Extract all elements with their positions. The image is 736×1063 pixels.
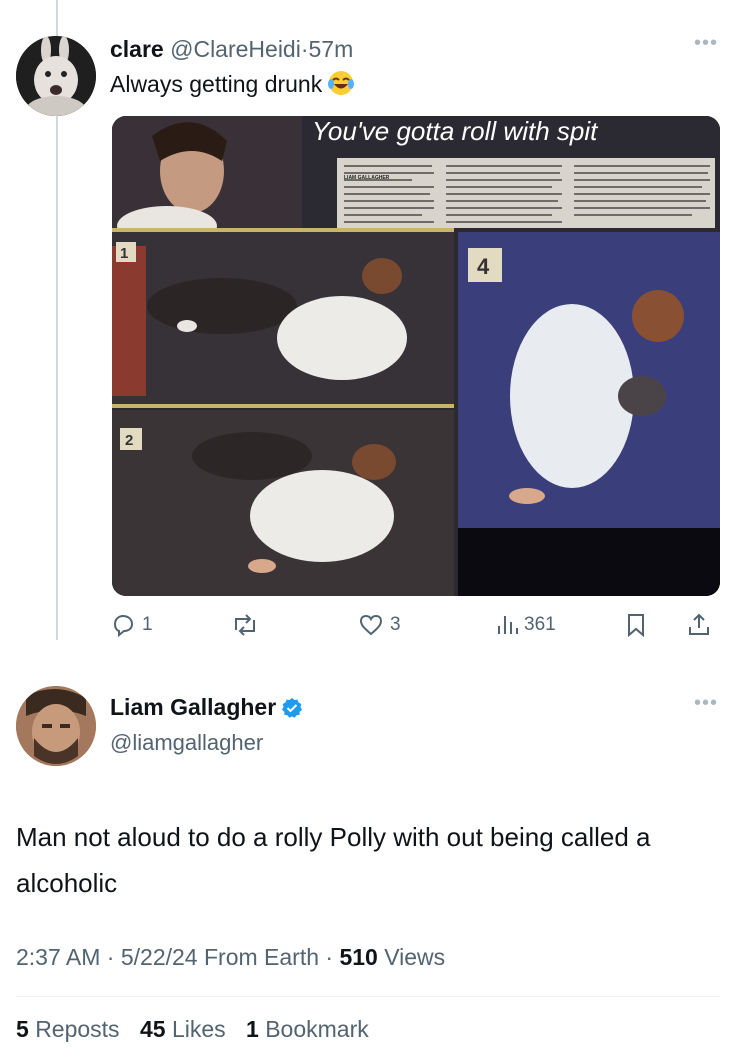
separator-dot: · — [319, 944, 340, 970]
tweet-source: From Earth — [203, 944, 320, 970]
reply-icon — [113, 614, 134, 638]
clipping-header-text: LIAM GALLAGHER — [344, 175, 390, 181]
more-options-icon[interactable]: ••• — [694, 32, 718, 55]
views-button[interactable]: 361 — [496, 612, 556, 638]
bookmarks-label: Bookmark — [265, 1016, 369, 1042]
verified-badge-icon — [282, 697, 303, 718]
views-chart-icon — [498, 616, 518, 634]
repost-icon — [235, 614, 255, 636]
tweet-text: Always getting drunk — [110, 70, 355, 98]
tweet-header: Liam Gallagher — [110, 694, 303, 721]
bookmark-icon — [628, 614, 644, 638]
like-count: 3 — [390, 614, 401, 635]
views-count: 361 — [524, 614, 556, 635]
reposts-count: 5 — [16, 1016, 29, 1042]
tweet-metadata: 2:37 AM · 5/22/24 From Earth · 510 Views — [16, 944, 445, 971]
divider — [16, 996, 720, 997]
bookmark-button[interactable] — [624, 612, 648, 638]
likes-count: 45 — [139, 1016, 166, 1042]
share-button[interactable] — [686, 612, 712, 638]
display-name[interactable]: Liam Gallagher — [110, 694, 276, 721]
separator-dot: · — [300, 36, 309, 62]
avatar[interactable] — [16, 686, 96, 766]
newspaper-clipping-photo: You've gotta roll with spit LIAM GALLAGH… — [112, 116, 720, 596]
tweet-text-content: Always getting drunk — [110, 71, 323, 97]
views-label: Views — [384, 944, 446, 970]
tweet-media-image[interactable]: You've gotta roll with spit LIAM GALLAGH… — [112, 116, 720, 596]
reply-count: 1 — [142, 614, 153, 635]
handle[interactable]: @ClareHeidi — [170, 36, 301, 62]
tweet-header: clare @ClareHeidi·57m — [110, 36, 353, 63]
likes-label: Likes — [171, 1016, 226, 1042]
more-options-icon[interactable]: ••• — [694, 692, 718, 715]
views-total: 510 — [339, 944, 378, 970]
tweet-time[interactable]: 2:37 AM — [16, 944, 100, 970]
bookmarks-stat[interactable]: 1 Bookmark — [246, 1016, 369, 1042]
clipping-headline: You've gotta roll with spit — [312, 116, 599, 146]
profile-photo — [16, 686, 96, 766]
timestamp[interactable]: 57m — [309, 36, 354, 62]
tweet-date[interactable]: 5/22/24 — [121, 944, 198, 970]
like-button[interactable]: 3 — [358, 612, 401, 638]
panel-label-4: 4 — [477, 254, 490, 279]
likes-stat[interactable]: 45 Likes — [140, 1016, 226, 1042]
heart-icon — [359, 614, 383, 636]
handle[interactable]: @liamgallagher — [110, 730, 263, 756]
display-name[interactable]: clare — [110, 36, 164, 62]
laughing-tears-emoji-icon — [328, 71, 355, 95]
panel-label-2: 2 — [125, 432, 133, 449]
reposts-label: Reposts — [35, 1016, 120, 1042]
avatar[interactable] — [16, 36, 96, 116]
repost-button[interactable] — [230, 612, 266, 638]
engagement-stats: 5 Reposts 45 Likes 1 Bookmark — [16, 1016, 369, 1043]
bookmarks-count: 1 — [246, 1016, 259, 1042]
share-icon — [689, 613, 709, 635]
separator-dot: · — [100, 944, 121, 970]
rabbit-avatar-image — [16, 36, 96, 116]
tweet-text: Man not aloud to do a rolly Polly with o… — [16, 822, 651, 898]
panel-label-1: 1 — [120, 245, 128, 262]
reply-button[interactable]: 1 — [110, 612, 153, 638]
tweet-action-bar: 1 3 361 — [110, 612, 720, 642]
reposts-stat[interactable]: 5 Reposts — [16, 1016, 120, 1042]
